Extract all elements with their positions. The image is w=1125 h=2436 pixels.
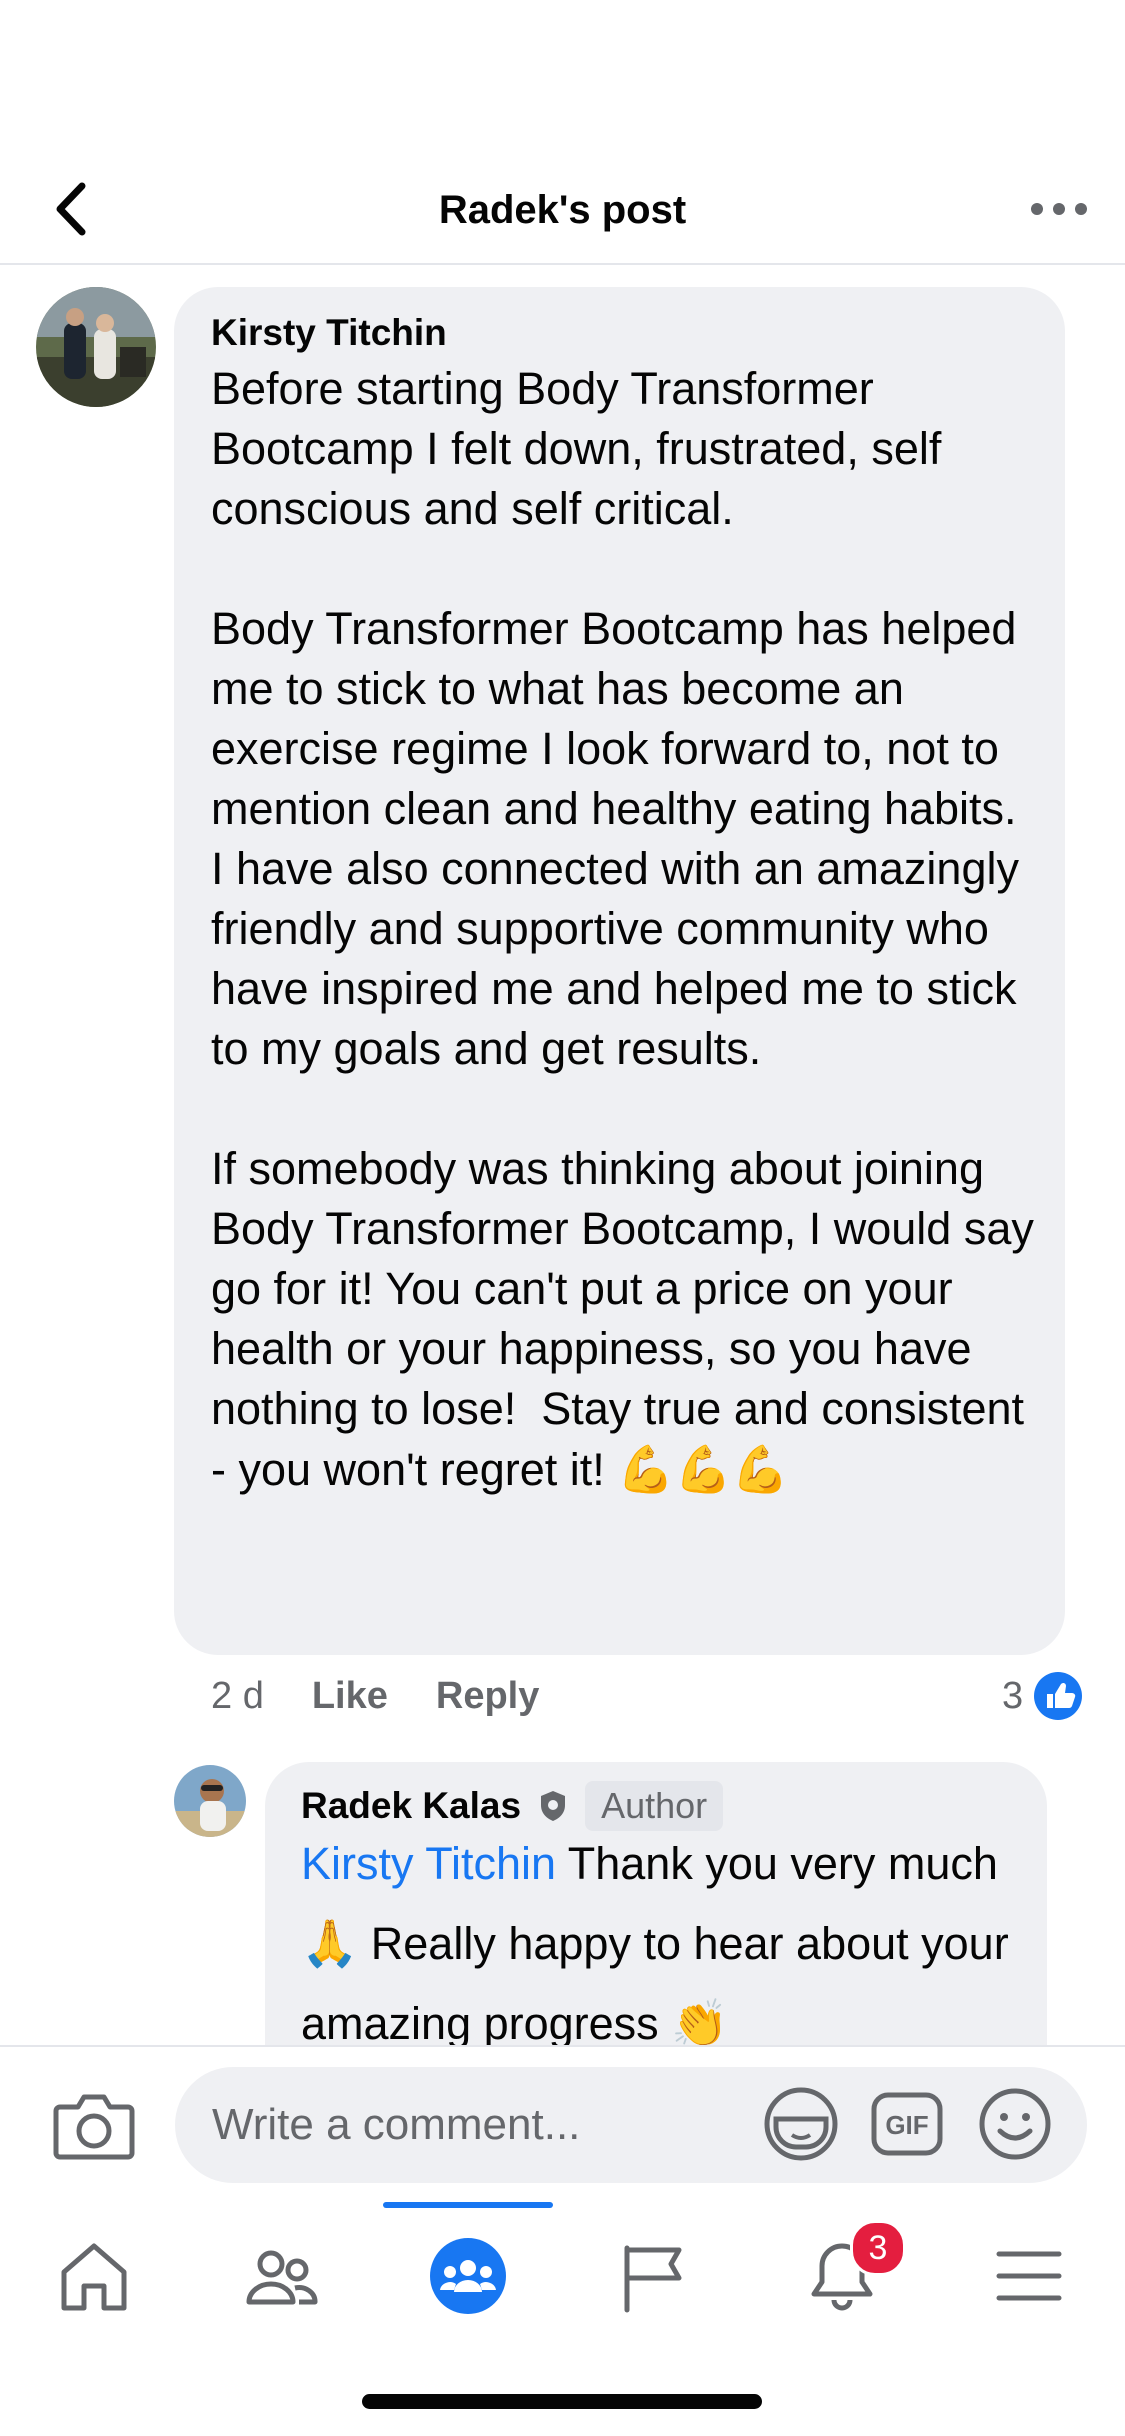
folded-hands-emoji: 🙏 [301, 1917, 359, 1969]
comment-actions: 2 d Like Reply [211, 1672, 539, 1720]
sticker-icon [764, 2087, 838, 2161]
profile-photo [174, 1765, 246, 1837]
comment-input[interactable] [175, 2067, 1087, 2183]
reply-button[interactable]: Reply [436, 1675, 539, 1717]
sticker-button[interactable] [762, 2085, 840, 2163]
friends-icon [246, 2250, 317, 2305]
home-icon [61, 2243, 126, 2311]
home-indicator[interactable] [362, 2394, 762, 2409]
comment-text: Before starting Body Transformer Bootcam… [211, 359, 1041, 1500]
smiley-icon [979, 2088, 1051, 2160]
flexed-biceps-emoji: 💪💪💪 [617, 1443, 790, 1495]
tab-pages[interactable] [561, 2202, 748, 2342]
svg-text:GIF: GIF [885, 2110, 928, 2140]
like-button[interactable]: Like [312, 1675, 388, 1717]
tab-notifications[interactable]: 3 [748, 2202, 935, 2342]
camera-button[interactable] [52, 2087, 136, 2165]
tab-groups[interactable] [374, 2202, 561, 2342]
reply-text: Kirsty Titchin Thank you very much 🙏 Rea… [301, 1824, 1021, 2045]
shield-icon [541, 1791, 566, 1821]
groups-icon [429, 2238, 506, 2314]
post-header: Radek's post [0, 160, 1125, 265]
hamburger-icon [996, 2251, 1061, 2301]
comment-body: Before starting Body Transformer Bootcam… [211, 363, 1034, 1495]
profile-photo [36, 287, 156, 407]
comments-list[interactable]: Kirsty Titchin Before starting Body Tran… [0, 265, 1125, 2045]
reaction-summary[interactable]: 3 [1002, 1670, 1083, 1722]
tab-friends[interactable] [187, 2202, 374, 2342]
reply-bubble[interactable]: Radek Kalas Author Kirsty Titchin Thank … [265, 1762, 1047, 2045]
notification-badge: 3 [850, 2220, 906, 2276]
more-options-button[interactable] [1019, 174, 1099, 244]
comment-author[interactable]: Kirsty Titchin [211, 309, 1041, 357]
bottom-tab-bar: 3 [0, 2202, 1125, 2342]
reply-author[interactable]: Radek Kalas [301, 1782, 521, 1830]
reply-avatar[interactable] [174, 1765, 246, 1837]
comment-composer: GIF [0, 2045, 1125, 2204]
mention-link[interactable]: Kirsty Titchin [301, 1838, 556, 1889]
avatar[interactable] [36, 287, 156, 407]
reply-text-part: Really happy to hear about your amazing … [301, 1918, 1022, 2045]
emoji-button[interactable] [976, 2085, 1054, 2163]
reply-text-part: Thank you very much [556, 1838, 1011, 1889]
clapping-hands-emoji: 👏 [671, 1997, 729, 2045]
like-reaction-icon [1034, 1672, 1083, 1720]
status-bar [0, 0, 1125, 160]
gif-icon: GIF [871, 2092, 943, 2156]
comment-timestamp: 2 d [211, 1675, 264, 1717]
tab-menu[interactable] [935, 2202, 1122, 2342]
page-title: Radek's post [438, 188, 687, 232]
gif-button[interactable]: GIF [868, 2085, 946, 2163]
flag-icon [624, 2245, 681, 2313]
tab-home[interactable] [0, 2202, 187, 2342]
reaction-count: 3 [1002, 1674, 1024, 1717]
more-dots-icon [1031, 203, 1087, 215]
comment-bubble[interactable]: Kirsty Titchin Before starting Body Tran… [174, 287, 1065, 1655]
camera-icon [53, 2094, 135, 2160]
